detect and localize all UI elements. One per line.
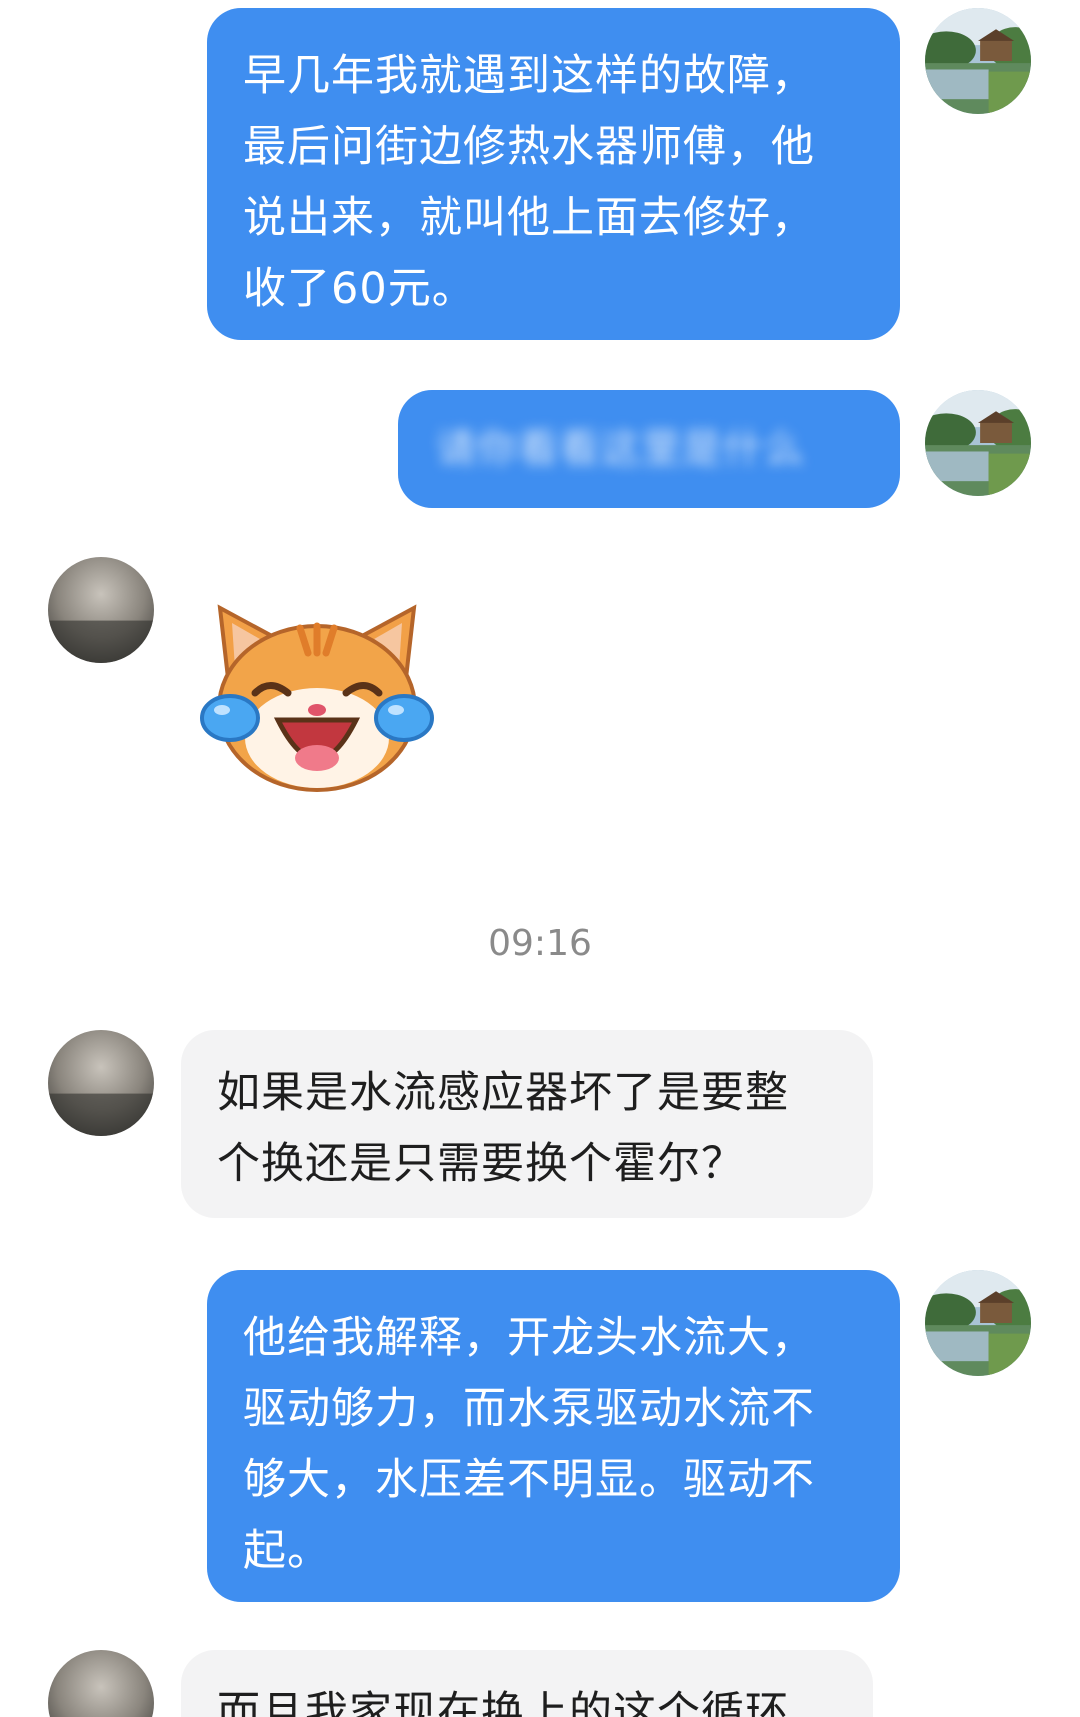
message-text: 而且我家现在换上的这个循环 xyxy=(217,1688,789,1717)
lake-house-icon xyxy=(925,1270,1031,1376)
cloudy-sky-icon xyxy=(48,1650,154,1717)
message-bubble-self[interactable]: 早几年我就遇到这样的故障， 最后问街边修热水器师傅，他 说出来，就叫他上面去修好… xyxy=(207,8,900,340)
message-text: 早几年我就遇到这样的故障， 最后问街边修热水器师傅，他 说出来，就叫他上面去修好… xyxy=(243,51,815,314)
chat-timestamp: 09:16 xyxy=(488,923,592,964)
message-bubble-peer[interactable]: 而且我家现在换上的这个循环 xyxy=(181,1650,873,1717)
peer-avatar[interactable] xyxy=(48,557,154,663)
cloudy-sky-icon xyxy=(48,557,154,663)
message-bubble-self-blurred[interactable]: 请你看看这里是什么 xyxy=(398,390,900,508)
self-avatar[interactable] xyxy=(925,8,1031,114)
self-avatar[interactable] xyxy=(925,390,1031,496)
blurred-message-text: 请你看看这里是什么 xyxy=(436,426,805,472)
cloudy-sky-icon xyxy=(48,1030,154,1136)
message-text: 如果是水流感应器坏了是要整 个换还是只需要换个霍尔？ xyxy=(217,1068,789,1189)
lake-house-icon xyxy=(925,8,1031,114)
message-bubble-peer[interactable]: 如果是水流感应器坏了是要整 个换还是只需要换个霍尔？ xyxy=(181,1030,873,1218)
laughing-cat-sticker[interactable] xyxy=(200,598,434,798)
peer-avatar[interactable] xyxy=(48,1650,154,1717)
laughing-cat-icon xyxy=(200,604,434,792)
self-avatar[interactable] xyxy=(925,1270,1031,1376)
message-bubble-self[interactable]: 他给我解释，开龙头水流大， 驱动够力，而水泵驱动水流不 够大，水压差不明显。驱动… xyxy=(207,1270,900,1602)
message-text: 他给我解释，开龙头水流大， 驱动够力，而水泵驱动水流不 够大，水压差不明显。驱动… xyxy=(243,1313,815,1576)
peer-avatar[interactable] xyxy=(48,1030,154,1136)
lake-house-icon xyxy=(925,390,1031,496)
